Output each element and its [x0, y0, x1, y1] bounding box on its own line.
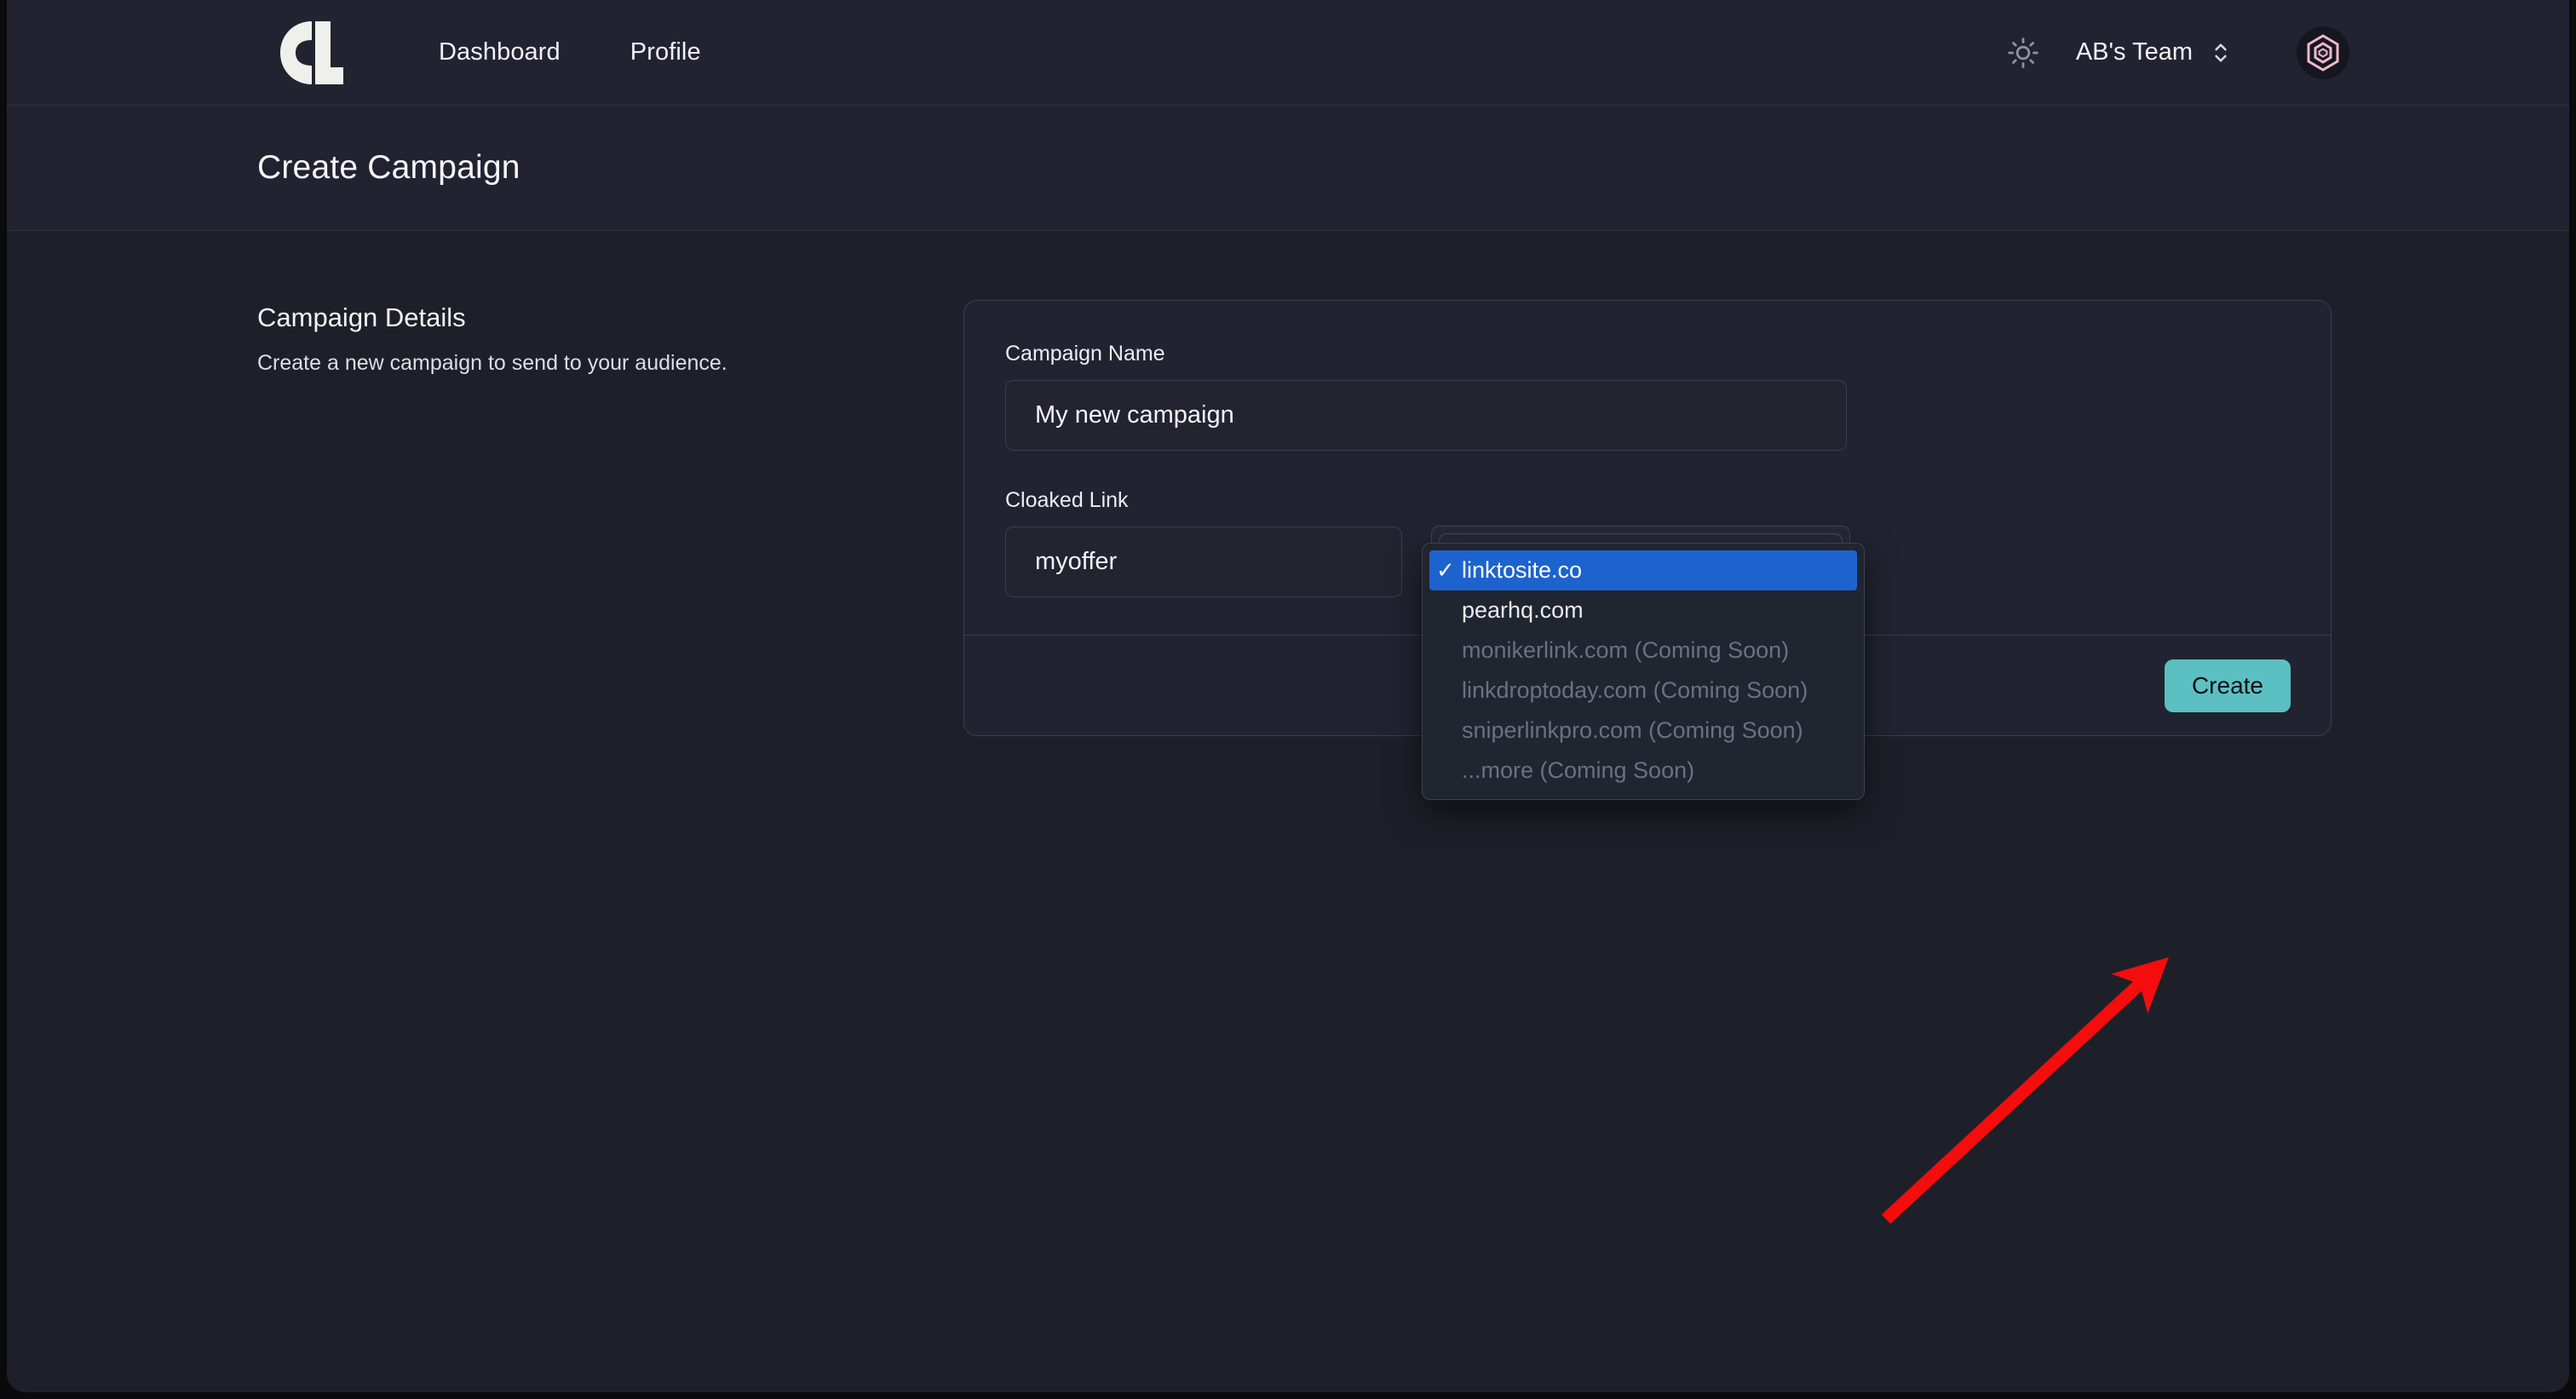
nav-link-profile[interactable]: Profile	[630, 38, 701, 66]
nav-right-cluster: AB's Team	[2001, 26, 2349, 79]
sun-icon-svg	[2006, 36, 2040, 70]
domain-option-monikerlink: monikerlink.com (Coming Soon)	[1423, 630, 1864, 671]
campaign-form-body: Campaign Name Cloaked Link ✓ linktosite.…	[964, 301, 2331, 635]
nav-links: Dashboard Profile	[439, 38, 701, 66]
domain-option-label: pearhq.com	[1462, 597, 1584, 624]
section-title: Campaign Details	[257, 302, 854, 333]
cloaked-link-input[interactable]	[1005, 527, 1402, 597]
team-name-label: AB's Team	[2076, 38, 2193, 66]
campaign-name-input[interactable]	[1005, 380, 1847, 451]
domain-option-label: monikerlink.com (Coming Soon)	[1462, 637, 1789, 664]
sun-icon[interactable]	[2001, 31, 2045, 75]
campaign-name-label: Campaign Name	[1005, 342, 2290, 366]
cloaked-link-label: Cloaked Link	[1005, 488, 2290, 513]
browser-window: Dashboard Profile AB's Team	[7, 0, 2569, 1392]
chevron-up-down-icon	[2211, 38, 2230, 67]
domain-option-more: ...more (Coming Soon)	[1423, 751, 1864, 791]
page-content: Campaign Details Create a new campaign t…	[7, 231, 2569, 1391]
campaign-details-section-info: Campaign Details Create a new campaign t…	[257, 302, 854, 378]
domain-option-label: linktosite.co	[1462, 557, 1582, 584]
arrow-line	[1886, 983, 2141, 1219]
domain-option-label: linkdroptoday.com (Coming Soon)	[1462, 677, 1808, 704]
hexagon-avatar-icon	[2303, 32, 2343, 73]
avatar[interactable]	[2297, 26, 2349, 79]
annotation-arrow-icon	[1838, 938, 2196, 1245]
top-navigation-bar: Dashboard Profile AB's Team	[7, 0, 2569, 106]
page-title: Create Campaign	[257, 149, 520, 187]
domain-option-linkdroptoday: linkdroptoday.com (Coming Soon)	[1423, 671, 1864, 711]
domain-option-label: ...more (Coming Soon)	[1462, 757, 1694, 784]
domain-option-linktosite[interactable]: ✓ linktosite.co	[1429, 550, 1857, 590]
campaign-name-field: Campaign Name	[1005, 342, 2290, 451]
checkmark-icon: ✓	[1436, 557, 1462, 584]
domain-option-label: sniperlinkpro.com (Coming Soon)	[1462, 717, 1803, 744]
domain-option-pearhq[interactable]: pearhq.com	[1423, 590, 1864, 630]
cl-monogram-logo-icon[interactable]	[270, 12, 354, 94]
create-button[interactable]: Create	[2165, 659, 2291, 712]
nav-link-dashboard[interactable]: Dashboard	[439, 38, 561, 66]
domain-option-sniperlinkpro: sniperlinkpro.com (Coming Soon)	[1423, 711, 1864, 751]
section-description: Create a new campaign to send to your au…	[257, 348, 854, 378]
campaign-form-card: Campaign Name Cloaked Link ✓ linktosite.…	[963, 300, 2332, 736]
page-header: Create Campaign	[7, 106, 2569, 231]
domain-dropdown-menu[interactable]: ✓ linktosite.co pearhq.com monikerlink.c…	[1422, 543, 1865, 800]
cl-monogram-logo-svg	[277, 18, 347, 88]
team-switcher-button[interactable]: AB's Team	[2071, 32, 2235, 74]
cloaked-link-field: Cloaked Link ✓ linktosite.co pearhq.com	[1005, 488, 2290, 597]
